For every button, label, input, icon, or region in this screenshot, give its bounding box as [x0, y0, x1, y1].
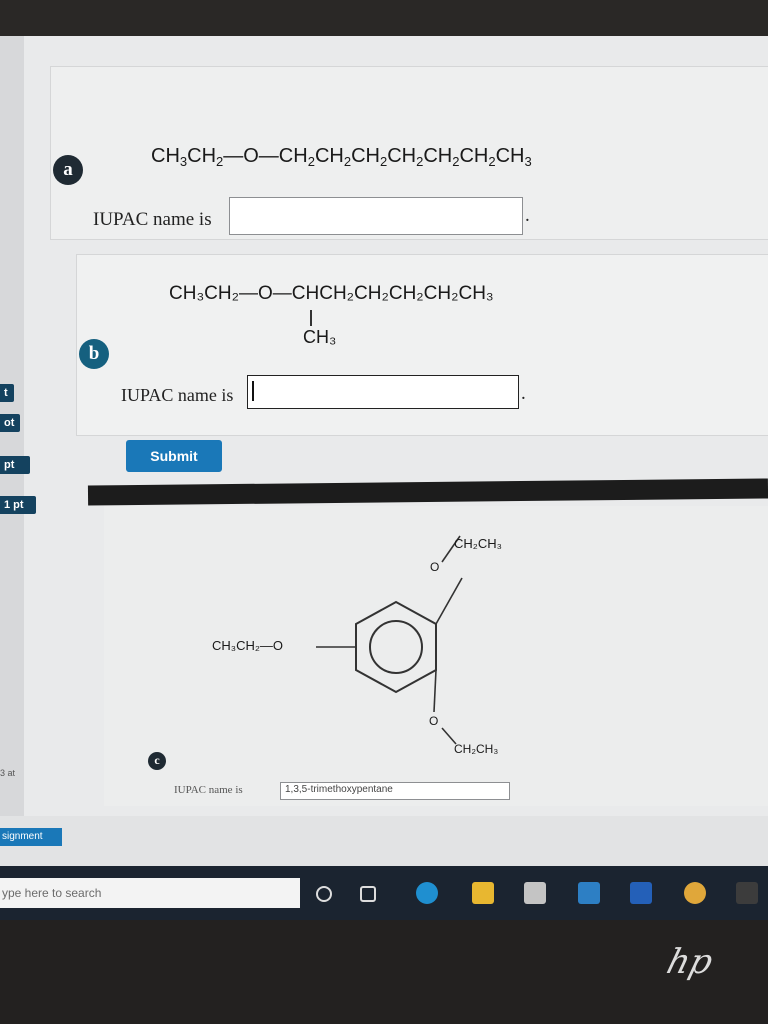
question-a-badge: a: [53, 155, 83, 185]
aromatic-circle: [369, 620, 423, 674]
question-c-answer-input[interactable]: 1,3,5-trimethoxypentane: [280, 782, 510, 800]
question-b-formula: CH₃CH₂—O—CHCH₂CH₂CH₂CH₂CH₃: [169, 283, 494, 304]
taskbar: ype here to search: [0, 866, 768, 920]
section-divider: [87, 478, 768, 506]
top-oxygen: O: [430, 560, 440, 574]
question-b-answer-input[interactable]: [247, 375, 519, 409]
app-icon[interactable]: [736, 882, 758, 904]
benzene-structure: [316, 535, 463, 745]
submit-button[interactable]: Submit: [126, 440, 222, 472]
store-icon[interactable]: [524, 882, 546, 904]
monitor-bezel-bottom: [0, 920, 768, 1024]
question-a-formula: CH3CH2—O—CH2CH2CH2CH2CH2CH2CH3: [151, 145, 532, 169]
question-b-branch: CH₃: [303, 327, 337, 347]
side-text: 3 at: [0, 768, 16, 778]
bottom-bond: [433, 669, 437, 713]
top-substituent: CH₂CH₃: [454, 536, 502, 551]
side-tab-3[interactable]: pt: [0, 456, 30, 474]
side-tab-label: pt: [4, 459, 15, 471]
side-tab-4[interactable]: 1 pt: [0, 496, 36, 514]
assignment-button[interactable]: signment: [0, 828, 62, 846]
top-bond: [435, 577, 463, 625]
question-b-suffix: .: [521, 383, 526, 404]
question-b-branch-bond: [310, 310, 312, 326]
bottom-substituent: CH₂CH₃: [454, 742, 499, 756]
edge-icon[interactable]: [416, 882, 438, 904]
question-c-badge: c: [148, 752, 166, 770]
taskbar-search-input[interactable]: ype here to search: [0, 878, 300, 908]
file-explorer-icon[interactable]: [472, 882, 494, 904]
task-view-icon[interactable]: [360, 886, 376, 902]
dropbox-icon[interactable]: [630, 882, 652, 904]
question-c-card: CH₃CH₂—O CH₂CH₃ O O CH₂CH₃ c IUPAC name …: [104, 506, 768, 806]
screen: t ot pt 1 pt 3 at a CH3CH2—O—CH2CH2CH2CH…: [0, 36, 768, 866]
question-b-card: CH₃CH₂—O—CHCH₂CH₂CH₂CH₂CH₃ CH₃ b IUPAC n…: [76, 254, 768, 436]
text-caret: [252, 381, 254, 401]
mail-icon[interactable]: [578, 882, 600, 904]
side-tab-label: 1 pt: [4, 499, 24, 511]
question-a-prompt: IUPAC name is: [93, 209, 212, 230]
bottom-oxygen: O: [429, 714, 439, 728]
page-footer-area: [0, 816, 768, 866]
question-a-suffix: .: [525, 205, 530, 226]
side-tab-1[interactable]: t: [0, 384, 14, 402]
left-panel: [0, 36, 24, 866]
question-a-card: a CH3CH2—O—CH2CH2CH2CH2CH2CH2CH3 IUPAC n…: [50, 66, 768, 240]
question-b-prompt: IUPAC name is: [121, 385, 234, 405]
left-substituent: CH₃CH₂—O: [212, 638, 284, 653]
chrome-icon[interactable]: [684, 882, 706, 904]
side-tab-2[interactable]: ot: [0, 414, 20, 432]
side-tab-label: ot: [4, 417, 15, 429]
question-b-badge: b: [79, 339, 109, 369]
cortana-icon[interactable]: [316, 886, 332, 902]
side-tab-label: t: [4, 387, 8, 399]
question-a-answer-input[interactable]: [229, 197, 523, 235]
question-c-prompt: IUPAC name is: [174, 784, 243, 796]
benzene-ring: [355, 600, 437, 694]
